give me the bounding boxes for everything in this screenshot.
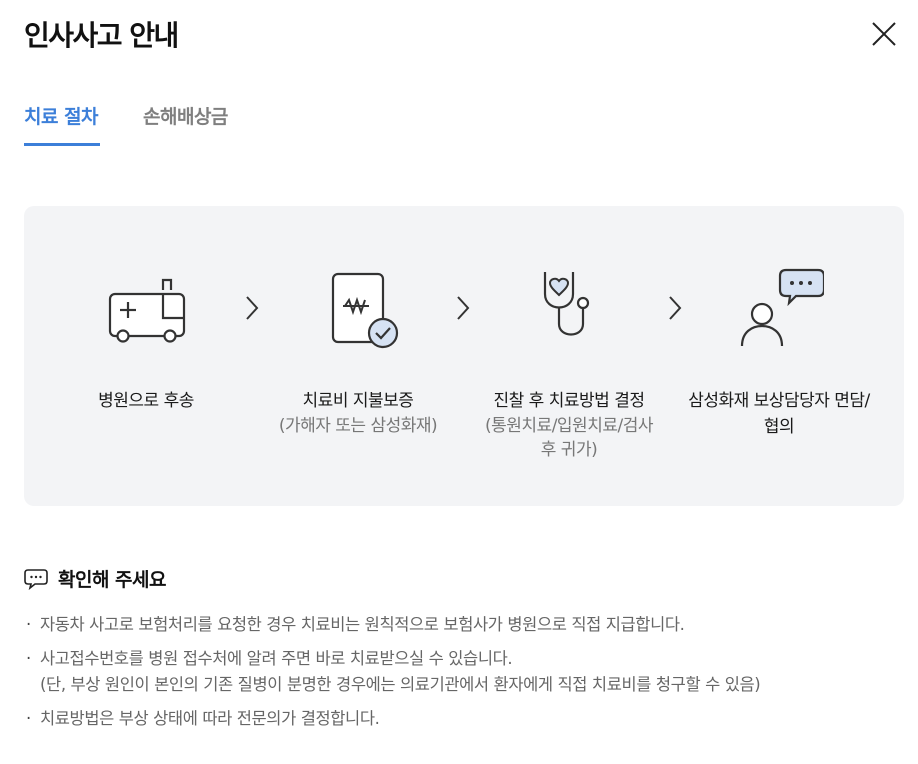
chevron-right-icon <box>457 296 470 320</box>
step-diagnosis: 진찰 후 치료방법 결정 (통원치료/입원치료/검사 후 귀가) <box>474 266 664 462</box>
step-payment-guarantee: 치료비 지불보증 (가해자 또는 삼성화재) <box>263 266 453 438</box>
close-button[interactable] <box>868 18 900 50</box>
notice-title: 확인해 주세요 <box>58 569 167 591</box>
step-arrow <box>244 294 260 322</box>
stethoscope-icon <box>543 272 590 336</box>
step-label: 삼성화재 보상담당자 면담/협의 <box>688 391 870 437</box>
chevron-right-icon <box>246 296 259 320</box>
procedure-steps-panel: 병원으로 후송 치료비 지불보증 (가해자 또는 삼성화재) 진찰 후 치료방법… <box>24 206 904 506</box>
ambulance-icon <box>108 278 186 343</box>
payment-guarantee-document-icon <box>331 272 399 349</box>
notice-text: 치료방법은 부상 상태에 따라 전문의가 결정합니다. <box>40 709 380 728</box>
bullet: · <box>26 649 31 668</box>
notice-list: · 자동차 사고로 보험처리를 요청한 경우 치료비는 원칙적으로 보험사가 병… <box>24 612 904 740</box>
step-label: 치료비 지불보증 <box>302 391 414 411</box>
step-hospital-transport: 병원으로 후송 <box>51 266 241 414</box>
consultant-chat-icon <box>740 268 824 347</box>
list-item: · 치료방법은 부상 상태에 따라 전문의가 결정합니다. <box>24 706 904 732</box>
notice-text: (단, 부상 원인이 본인의 기존 질병이 분명한 경우에는 의료기관에서 환자… <box>40 675 761 694</box>
tab-bar: 치료 절차 손해배상금 <box>24 100 424 146</box>
chevron-right-icon <box>669 296 682 320</box>
bullet: · <box>26 709 31 728</box>
speech-bubble-icon <box>24 569 48 590</box>
close-icon <box>872 22 896 46</box>
notice-header: 확인해 주세요 <box>24 566 424 596</box>
notice-text: 사고접수번호를 병원 접수처에 알려 주면 바로 치료받으실 수 있습니다. <box>40 649 513 668</box>
notice-text: 자동차 사고로 보험처리를 요청한 경우 치료비는 원칙적으로 보험사가 병원으… <box>40 615 685 634</box>
step-arrow <box>667 294 683 322</box>
list-item: · 자동차 사고로 보험처리를 요청한 경우 치료비는 원칙적으로 보험사가 병… <box>24 612 904 638</box>
step-consultation: 삼성화재 보상담당자 면담/협의 <box>684 266 874 440</box>
bullet: · <box>26 615 31 634</box>
tab-treatment-procedure[interactable]: 치료 절차 <box>24 100 100 146</box>
step-arrow <box>455 294 471 322</box>
list-item: · 사고접수번호를 병원 접수처에 알려 주면 바로 치료받으실 수 있습니다.… <box>24 646 904 698</box>
step-sub: (가해자 또는 삼성화재) <box>278 416 438 436</box>
step-label: 진찰 후 치료방법 결정 <box>493 391 645 411</box>
modal-title: 인사사고 안내 <box>24 19 179 52</box>
tab-damage-compensation[interactable]: 손해배상금 <box>143 100 228 146</box>
accident-guide-modal: 인사사고 안내 치료 절차 손해배상금 병원으로 후송 치료비 지불보증 (가해… <box>0 0 918 764</box>
step-label: 병원으로 후송 <box>98 391 194 411</box>
step-sub: (통원치료/입원치료/검사 후 귀가) <box>485 416 654 460</box>
